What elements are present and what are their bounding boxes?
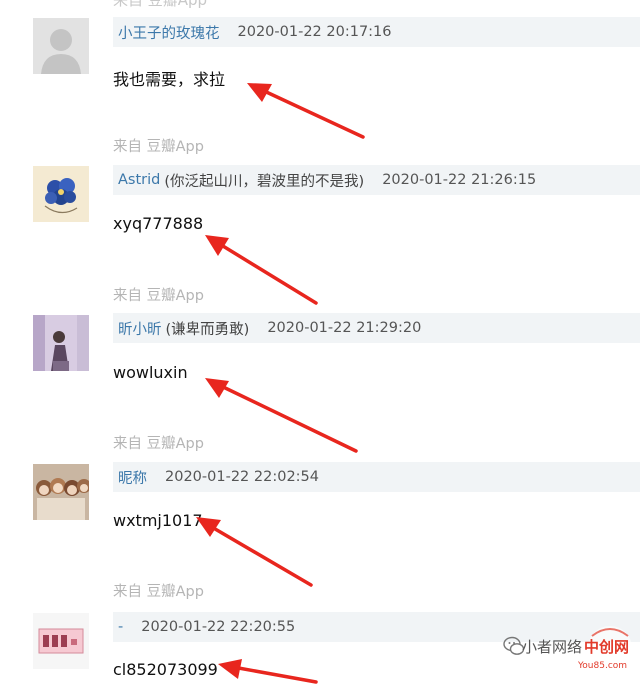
- red-arrow-icon: [218, 659, 318, 684]
- watermark-site: You85.com: [578, 661, 628, 671]
- red-arrow-icon: [196, 517, 313, 587]
- watermark-text: 小者网络 中创网: [522, 636, 629, 657]
- watermark-brand: 中创网: [584, 638, 630, 656]
- red-arrow-icon: [205, 378, 358, 453]
- annotation-arrows: [196, 83, 365, 684]
- watermark-account: 小者网络: [522, 638, 583, 656]
- watermark: 小者网络 中创网 You85.com: [500, 622, 640, 700]
- red-arrow-icon: [205, 235, 318, 305]
- wechat-icon: [503, 636, 525, 655]
- red-arrow-icon: [247, 83, 365, 139]
